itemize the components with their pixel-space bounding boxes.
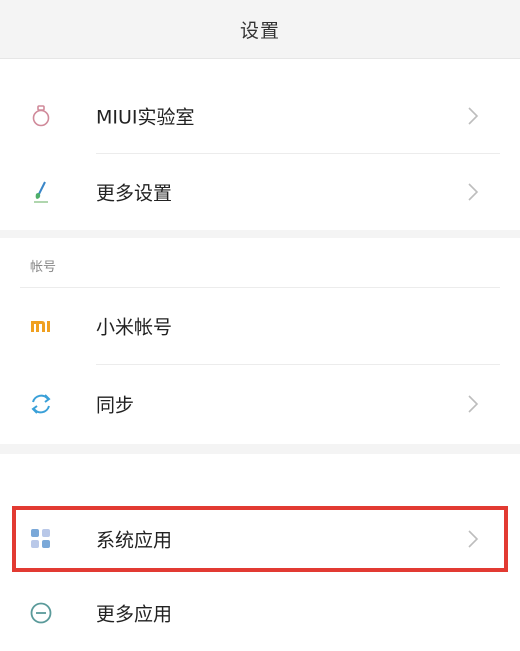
section-gap <box>0 230 520 238</box>
settings-item-sync[interactable]: 同步 <box>0 366 520 442</box>
page-title: 设置 <box>239 19 280 42</box>
page-header: 设置 <box>0 0 520 59</box>
chevron-right-icon <box>468 395 479 413</box>
settings-item-label: 小米帐号 <box>96 316 173 339</box>
mi-logo-icon <box>28 313 54 339</box>
settings-item-more-settings[interactable]: 更多设置 <box>0 154 520 230</box>
chevron-right-icon <box>468 183 479 201</box>
highlight-box <box>12 506 508 572</box>
divider <box>96 364 500 365</box>
settings-item-label: 同步 <box>96 394 135 417</box>
chevron-right-icon <box>468 107 479 125</box>
settings-item-xiaomi-account[interactable]: 小米帐号 <box>0 288 520 364</box>
settings-item-label: 更多应用 <box>96 603 173 626</box>
brush-icon <box>28 179 54 205</box>
minus-circle-icon <box>28 600 54 626</box>
section-gap <box>0 444 520 454</box>
settings-item-miui-lab[interactable]: MIUI实验室 <box>0 78 520 154</box>
settings-item-more-apps[interactable]: 更多应用 <box>0 575 520 651</box>
section-label-account: 帐号 <box>30 260 57 275</box>
flask-icon <box>28 103 54 129</box>
sync-icon <box>28 391 54 417</box>
settings-item-label: MIUI实验室 <box>96 106 195 129</box>
settings-item-label: 更多设置 <box>96 182 173 205</box>
